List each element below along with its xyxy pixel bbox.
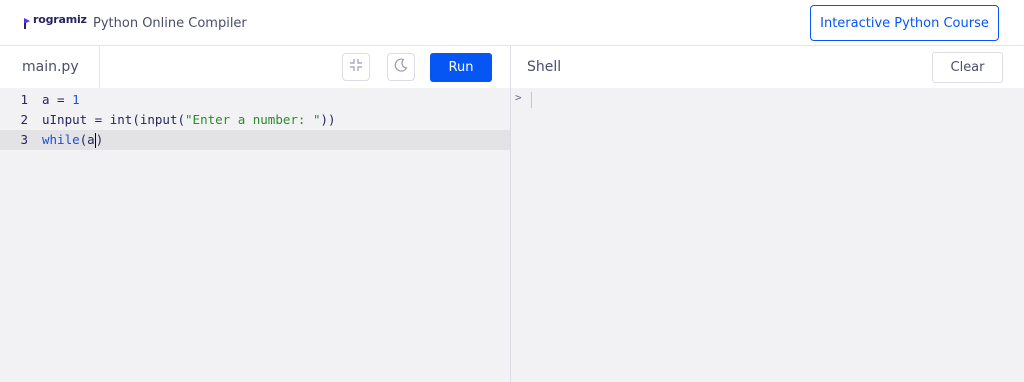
editor-toolbar: Run (100, 46, 510, 88)
programiz-logo[interactable]: rogramiz (23, 13, 87, 29)
shell-input[interactable] (531, 92, 532, 108)
file-tab-main[interactable]: main.py (0, 46, 100, 88)
minimize-icon (348, 57, 364, 77)
logo-text: rogramiz (33, 13, 87, 26)
line-content: while(a) (42, 132, 104, 148)
minimize-button[interactable] (342, 53, 370, 81)
interactive-course-button[interactable]: Interactive Python Course (810, 5, 999, 41)
header: rogramiz Python Online Compiler Interact… (0, 0, 1024, 46)
theme-toggle-button[interactable] (387, 53, 415, 81)
line-content: a = 1 (42, 92, 80, 107)
code-line[interactable]: 1 a = 1 (0, 90, 510, 110)
line-number: 1 (20, 92, 28, 107)
code-line[interactable]: 2 uInput = int(input("Enter a number: ")… (0, 110, 510, 130)
clear-button[interactable]: Clear (932, 52, 1003, 83)
code-line-active[interactable]: 3 while(a) (0, 130, 510, 150)
moon-icon (393, 57, 409, 77)
shell-header: Shell Clear (511, 46, 1024, 88)
shell-panel: Shell Clear > (511, 46, 1024, 382)
shell-title: Shell (527, 59, 562, 75)
line-content: uInput = int(input("Enter a number: ")) (42, 112, 336, 127)
code-editor[interactable]: 1 a = 1 2 uInput = int(input("Enter a nu… (0, 90, 510, 150)
line-number: 2 (20, 112, 28, 127)
editor-panel: main.py Run 1 a = 1 2 uInput = int(input… (0, 46, 510, 382)
page-title: Python Online Compiler (93, 16, 247, 31)
run-button[interactable]: Run (430, 53, 492, 82)
shell-prompt: > (515, 91, 522, 104)
logo-icon (23, 14, 32, 29)
line-number: 3 (20, 132, 28, 147)
